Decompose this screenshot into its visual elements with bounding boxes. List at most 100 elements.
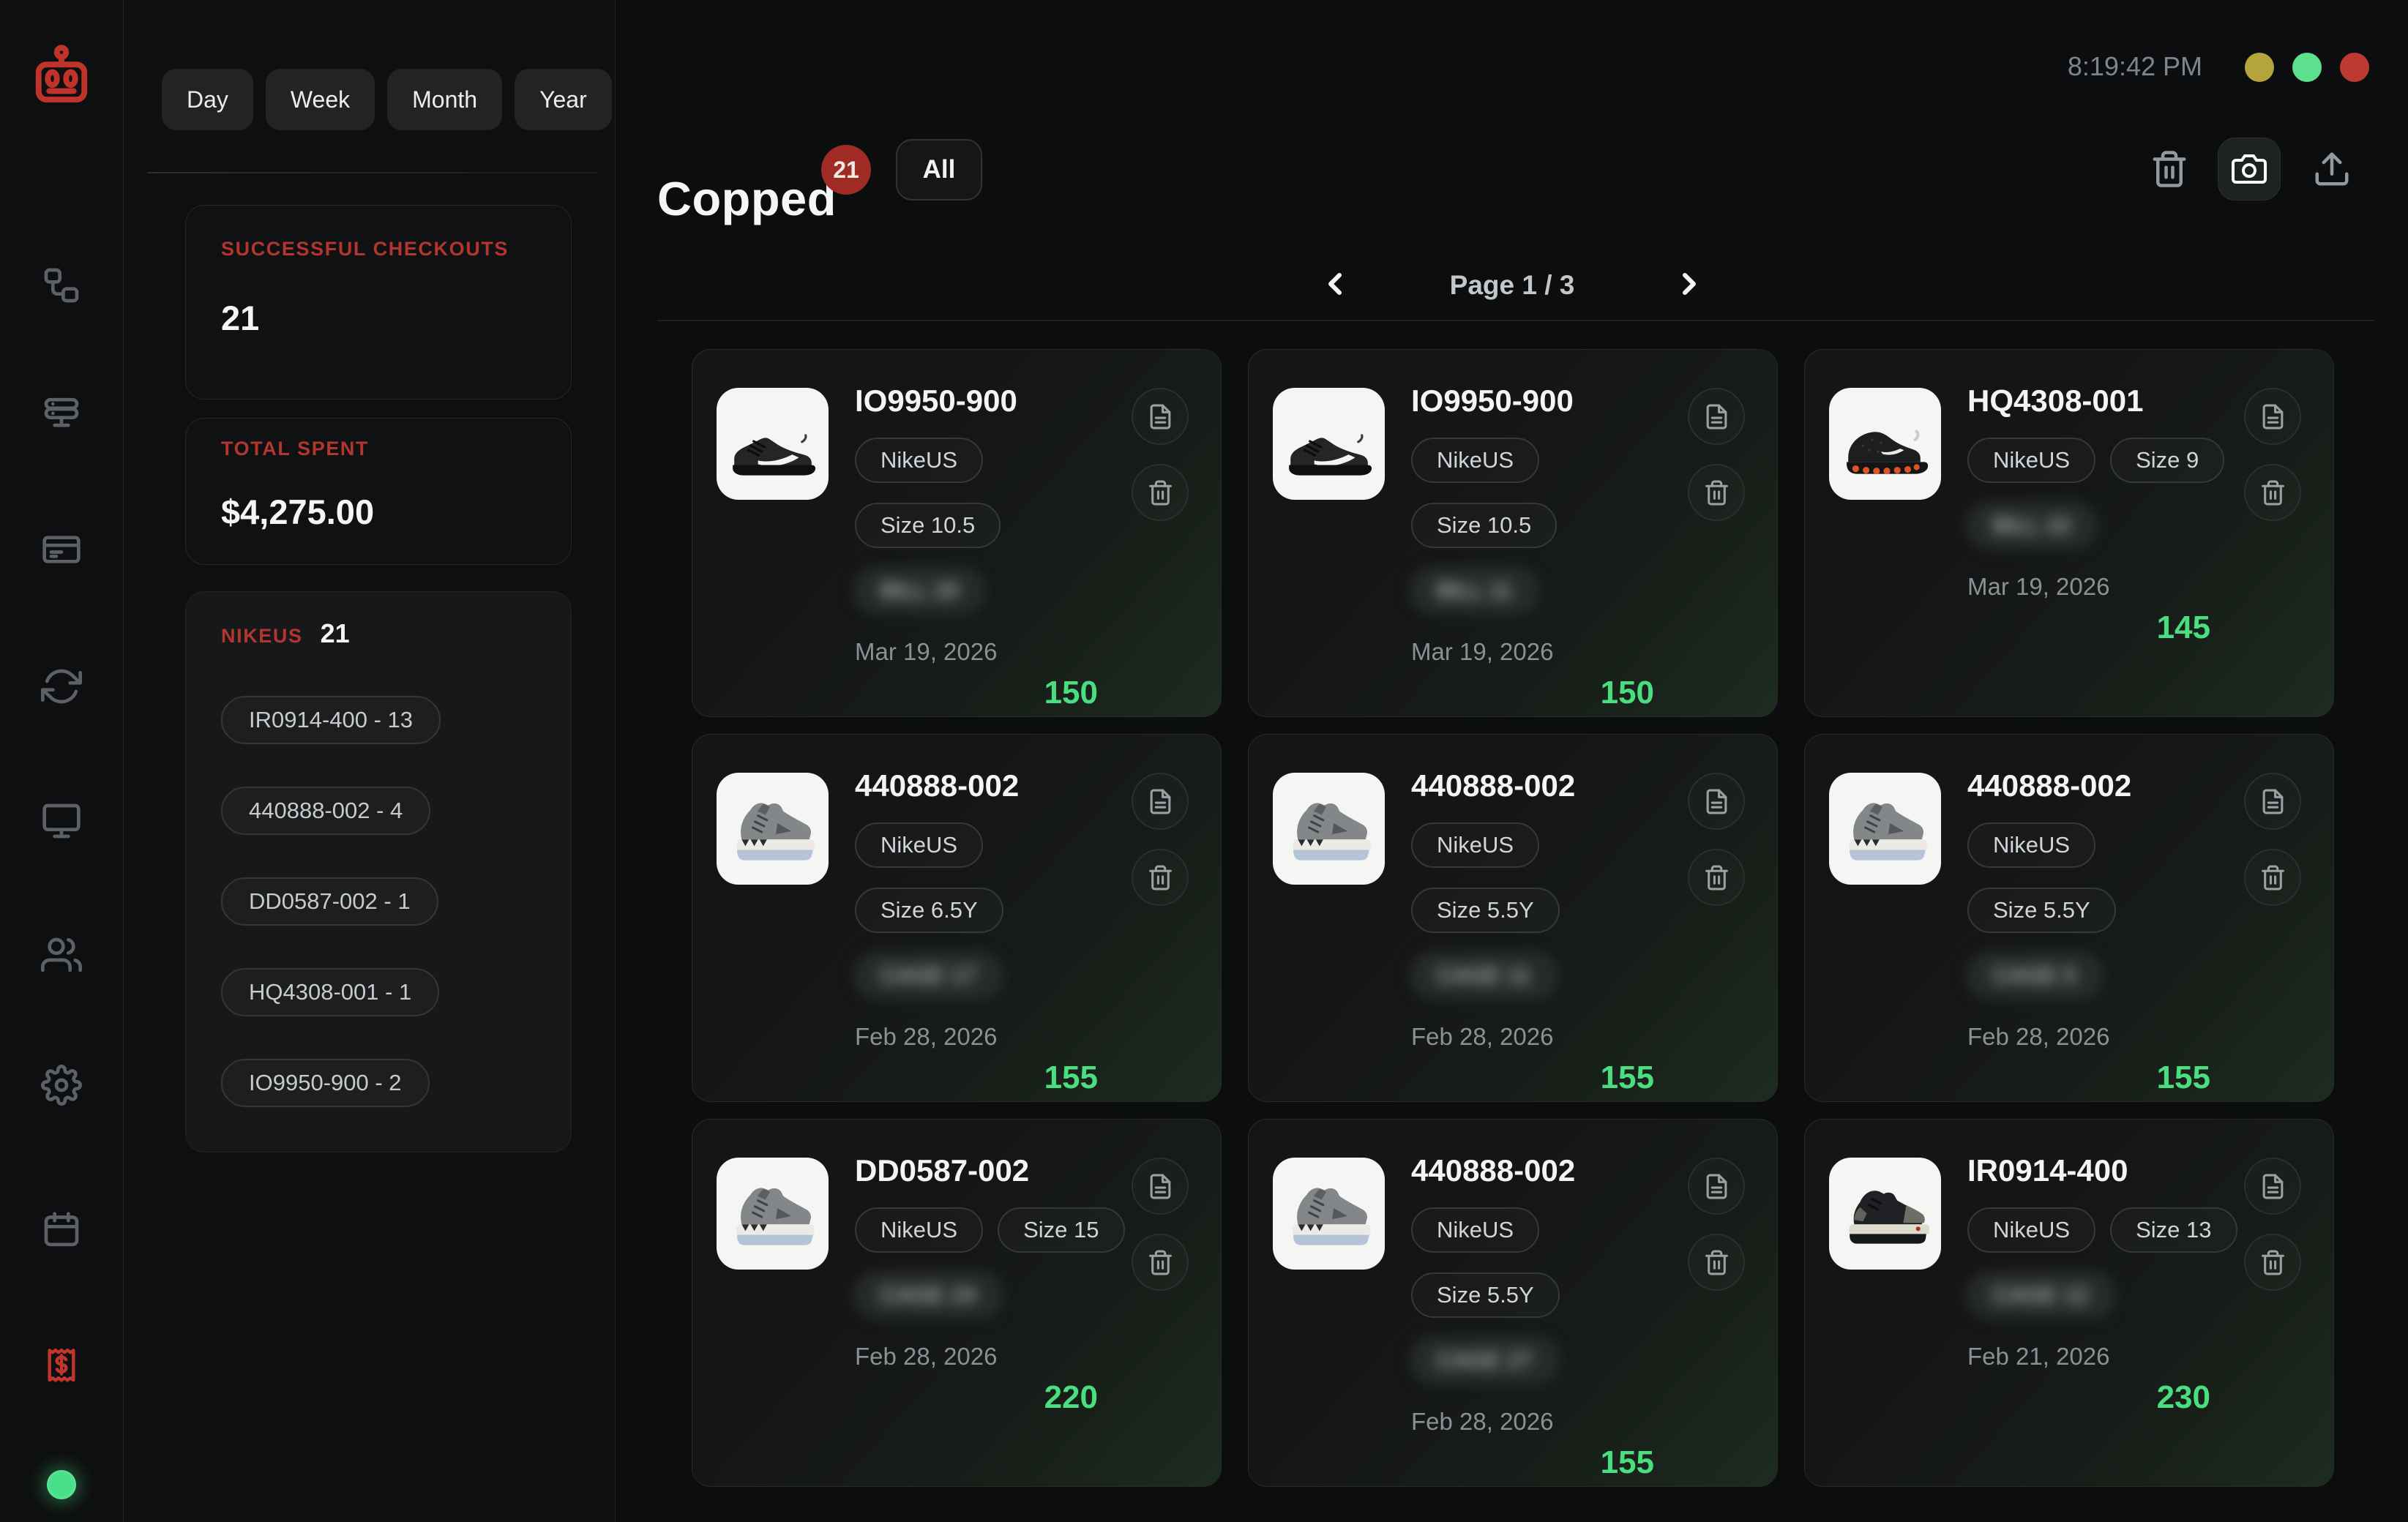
order-details-button[interactable] (1132, 388, 1189, 445)
checkout-price: 155 (1411, 1444, 1654, 1481)
delete-checkout-button[interactable] (1688, 464, 1745, 521)
chevron-left-icon (1317, 266, 1353, 301)
checkout-date: Feb 21, 2026 (1967, 1343, 2210, 1371)
range-button-year[interactable]: Year (515, 69, 612, 130)
sku-breakdown-chip: 440888-002 - 4 (221, 787, 430, 835)
order-details-button[interactable] (2244, 1158, 2301, 1215)
card-body: IO9950-900 NikeUSSize 10.5BILL 19 Mar 19… (855, 382, 1098, 711)
product-sku: 440888-002 (855, 767, 1098, 805)
checkout-card: IR0914-400 NikeUSSize 13 CAGE 12 Feb 21, … (1804, 1119, 2334, 1487)
range-button-week[interactable]: Week (266, 69, 375, 130)
checkout-date: Feb 28, 2026 (855, 1023, 1098, 1051)
delete-checkout-button[interactable] (1132, 849, 1189, 906)
screenshot-camera-button[interactable] (2218, 138, 2281, 200)
calendar-icon[interactable] (41, 1210, 82, 1251)
sku-breakdown-list: IR0914-400 - 13440888-002 - 4DD0587-002 … (221, 696, 441, 1107)
next-page-button[interactable] (1672, 266, 1707, 301)
checkout-price: 150 (855, 675, 1098, 711)
pill-row: NikeUS (855, 438, 983, 483)
card-actions (1132, 388, 1189, 521)
gear-icon[interactable] (41, 1065, 82, 1106)
delete-checkout-button[interactable] (2244, 849, 2301, 906)
order-details-button[interactable] (2244, 773, 2301, 830)
delete-checkout-button[interactable] (1132, 464, 1189, 521)
site-pill: NikeUS (1967, 1207, 2095, 1253)
checkout-card: 440888-002 NikeUSSize 6.5YCAGE 17 Feb 28… (692, 734, 1222, 1102)
document-icon (1703, 788, 1730, 815)
checkouts-grid: IO9950-900 NikeUSSize 10.5BILL 19 Mar 19… (692, 349, 2334, 1487)
users-icon[interactable] (41, 934, 82, 975)
checkout-price: 155 (1967, 1060, 2210, 1096)
sneaker-image (725, 1166, 820, 1262)
pill-rows: NikeUSSize 10.5BILL 19 (855, 438, 1098, 613)
order-details-button[interactable] (1688, 388, 1745, 445)
delete-checkout-button[interactable] (1132, 1234, 1189, 1291)
connection-status-dot (47, 1470, 76, 1499)
sku-breakdown-chip: IO9950-900 - 2 (221, 1059, 430, 1107)
sneaker-image (725, 781, 820, 877)
previous-page-button[interactable] (1317, 266, 1353, 301)
size-pill: Size 6.5Y (855, 888, 1003, 933)
document-icon (1147, 788, 1174, 815)
clear-all-trash-icon[interactable] (2150, 149, 2189, 189)
status-dot-red (2340, 53, 2369, 82)
product-sku: 440888-002 (1411, 1152, 1654, 1190)
pill-row: CAGE 24 (855, 1272, 1002, 1318)
card-actions (1688, 773, 1745, 906)
product-image (1829, 1158, 1941, 1270)
site-pill: NikeUS (1411, 438, 1539, 483)
checkout-date: Feb 28, 2026 (855, 1343, 1098, 1371)
delete-checkout-button[interactable] (2244, 464, 2301, 521)
profile-pill: CAGE 12 (1967, 1272, 2115, 1318)
card-actions (2244, 1158, 2301, 1291)
pill-row: CAGE 12 (1967, 1272, 2115, 1318)
successful-checkouts-panel: SUCCESSFUL CHECKOUTS 21 (185, 205, 572, 400)
range-button-month[interactable]: Month (387, 69, 502, 130)
site-pill: NikeUS (855, 1207, 983, 1253)
order-details-button[interactable] (2244, 388, 2301, 445)
pill-row: NikeUSSize 13 (1967, 1207, 2237, 1253)
pill-row: NikeUS (1411, 1207, 1539, 1253)
card-body: IO9950-900 NikeUSSize 10.5BILL 11 Mar 19… (1411, 382, 1654, 711)
delete-checkout-button[interactable] (1688, 849, 1745, 906)
filter-all-button[interactable]: All (896, 139, 982, 200)
trash-icon (1147, 1249, 1174, 1276)
card-icon[interactable] (41, 529, 82, 570)
delete-checkout-button[interactable] (1688, 1234, 1745, 1291)
pill-row: CAGE 11 (1411, 953, 1557, 998)
checkout-card: 440888-002 NikeUSSize 5.5YCAGE 11 Feb 28… (1248, 734, 1778, 1102)
sync-icon[interactable] (41, 666, 82, 707)
size-pill: Size 9 (2110, 438, 2224, 483)
card-body: DD0587-002 NikeUSSize 15CAGE 24 Feb 28, … (855, 1152, 1098, 1416)
size-pill: Size 5.5Y (1967, 888, 2116, 933)
order-details-button[interactable] (1132, 1158, 1189, 1215)
sku-breakdown-chip: HQ4308-001 - 1 (221, 968, 439, 1016)
document-icon (2259, 788, 2287, 815)
range-button-day[interactable]: Day (162, 69, 253, 130)
order-details-button[interactable] (1688, 1158, 1745, 1215)
product-sku: IR0914-400 (1967, 1152, 2210, 1190)
checkout-card: IO9950-900 NikeUSSize 10.5BILL 19 Mar 19… (692, 349, 1222, 717)
trash-icon (2259, 864, 2287, 891)
pill-row: BILL 19 (855, 568, 984, 613)
site-breakdown-header: NIKEUS 21 (221, 618, 350, 649)
sneaker-image (1282, 1166, 1377, 1262)
export-upload-icon[interactable] (2312, 149, 2352, 189)
delete-checkout-button[interactable] (2244, 1234, 2301, 1291)
monitor-icon[interactable] (41, 801, 82, 841)
checkouts-value: 21 (221, 298, 259, 338)
pill-row: Size 5.5Y (1967, 888, 2116, 933)
product-sku: IO9950-900 (855, 382, 1098, 420)
pill-row: Size 10.5 (1411, 503, 1557, 548)
total-spent-label: TOTAL SPENT (221, 438, 369, 460)
size-pill: Size 5.5Y (1411, 1272, 1560, 1318)
card-body: 440888-002 NikeUSSize 6.5YCAGE 17 Feb 28… (855, 767, 1098, 1096)
order-details-button[interactable] (1132, 773, 1189, 830)
checkout-count-badge: 21 (821, 145, 871, 195)
site-pill: NikeUS (1967, 822, 2095, 868)
server-icon[interactable] (41, 394, 82, 435)
receipt-icon[interactable] (41, 1344, 82, 1385)
site-pill: NikeUS (855, 438, 983, 483)
workflow-icon[interactable] (41, 265, 82, 306)
order-details-button[interactable] (1688, 773, 1745, 830)
